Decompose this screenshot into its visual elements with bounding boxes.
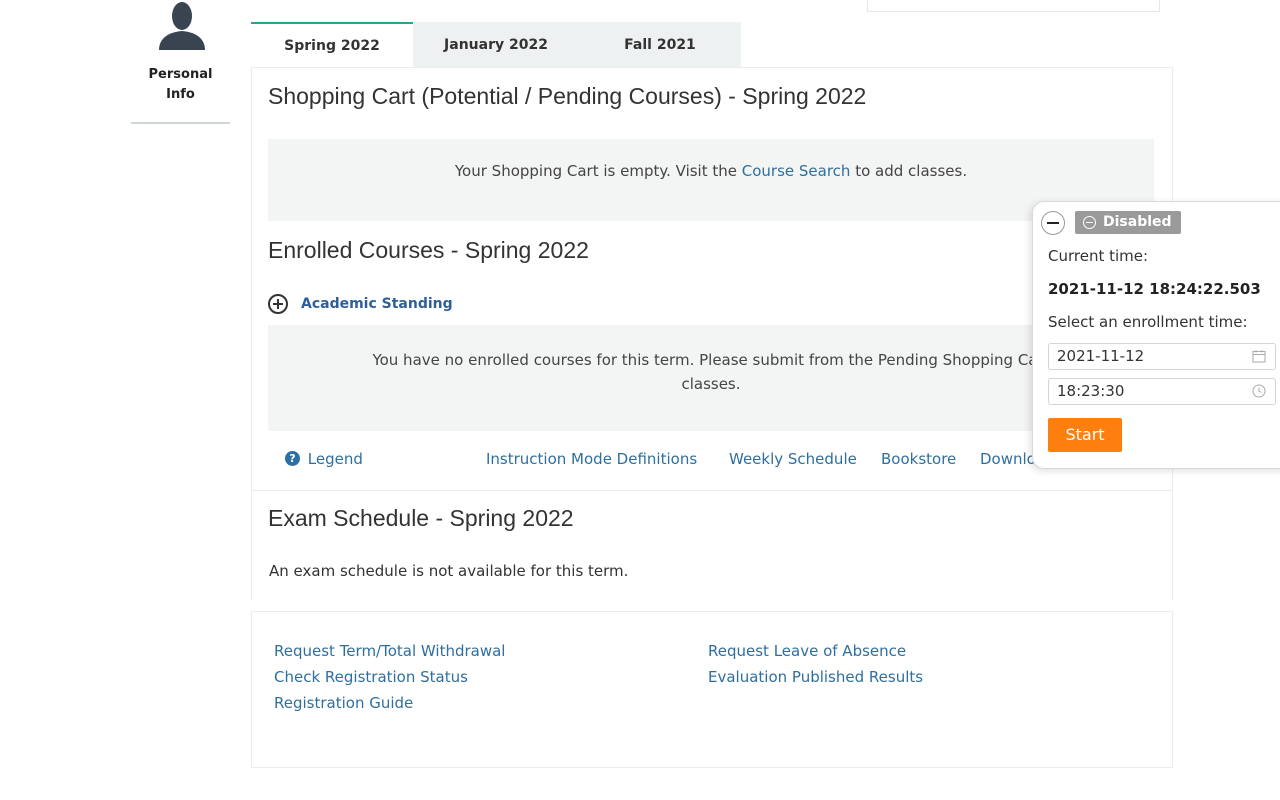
tab-january-2022[interactable]: January 2022	[413, 22, 579, 68]
calendar-icon	[1252, 350, 1266, 363]
help-icon: ?	[285, 451, 300, 466]
status-badge: Disabled	[1075, 211, 1181, 234]
legend-link[interactable]: ? Legend	[285, 450, 363, 470]
person-icon	[159, 2, 205, 50]
check-status-link[interactable]: Check Registration Status	[274, 668, 468, 686]
enrollment-timer-popup: Disabled Current time: 2021-11-12 18:24:…	[1032, 201, 1280, 469]
instruction-mode-link[interactable]: Instruction Mode Definitions	[486, 450, 697, 470]
time-field[interactable]	[1048, 378, 1276, 405]
enrolled-empty-line1: You have no enrolled courses for this te…	[372, 351, 1050, 369]
status-text: Disabled	[1103, 214, 1172, 230]
select-time-label: Select an enrollment time:	[1048, 313, 1248, 331]
shopping-cart-empty-box: Your Shopping Cart is empty. Visit the C…	[268, 139, 1154, 221]
evaluation-results-link[interactable]: Evaluation Published Results	[708, 668, 923, 686]
enrolled-empty-line2: classes.	[681, 375, 741, 393]
empty-suffix: to add classes.	[850, 162, 968, 180]
shopping-cart-title: Shopping Cart (Potential / Pending Cours…	[268, 83, 867, 109]
empty-prefix: Your Shopping Cart is empty. Visit the	[454, 162, 742, 180]
bookstore-link[interactable]: Bookstore	[881, 450, 956, 470]
tab-fall-2021[interactable]: Fall 2021	[579, 22, 741, 68]
tab-spring-2022[interactable]: Spring 2022	[251, 22, 413, 68]
collapse-button[interactable]	[1041, 211, 1065, 235]
exam-schedule-title: Exam Schedule - Spring 2022	[268, 505, 574, 531]
enrolled-courses-title: Enrolled Courses - Spring 2022	[268, 237, 589, 263]
sidebar-item-label: Personal Info	[148, 67, 213, 102]
registration-guide-link[interactable]: Registration Guide	[274, 694, 413, 712]
exam-schedule-text: An exam schedule is not available for th…	[269, 562, 629, 580]
enrolled-empty-box: You have no enrolled courses for this te…	[268, 325, 1154, 431]
start-button[interactable]: Start	[1048, 418, 1122, 452]
date-input[interactable]	[1049, 344, 1255, 367]
academic-standing-toggle[interactable]: Academic Standing	[268, 292, 453, 316]
course-search-link[interactable]: Course Search	[742, 162, 851, 180]
footer-links-panel	[251, 611, 1173, 768]
download-link[interactable]: Downlo	[980, 450, 1036, 470]
legend-label: Legend	[307, 450, 363, 468]
leave-of-absence-link[interactable]: Request Leave of Absence	[708, 642, 906, 660]
enrolled-empty-text: You have no enrolled courses for this te…	[268, 348, 1154, 396]
clock-icon	[1252, 384, 1266, 398]
current-time-label: Current time:	[1048, 247, 1149, 265]
academic-standing-label: Academic Standing	[301, 296, 453, 312]
term-tabs: Spring 2022 January 2022 Fall 2021	[251, 22, 741, 68]
shopping-cart-empty-text: Your Shopping Cart is empty. Visit the C…	[268, 162, 1154, 180]
minus-circle-icon	[1083, 216, 1096, 229]
withdrawal-link[interactable]: Request Term/Total Withdrawal	[274, 642, 505, 660]
top-right-box	[867, 0, 1160, 12]
weekly-schedule-link[interactable]: Weekly Schedule	[729, 450, 857, 470]
time-input[interactable]	[1049, 379, 1255, 402]
current-time-value: 2021-11-12 18:24:22.503	[1048, 280, 1261, 298]
date-field[interactable]	[1048, 343, 1276, 370]
sidebar-item-personal-info[interactable]: Personal Info	[131, 0, 230, 124]
plus-circle-icon	[268, 294, 288, 314]
